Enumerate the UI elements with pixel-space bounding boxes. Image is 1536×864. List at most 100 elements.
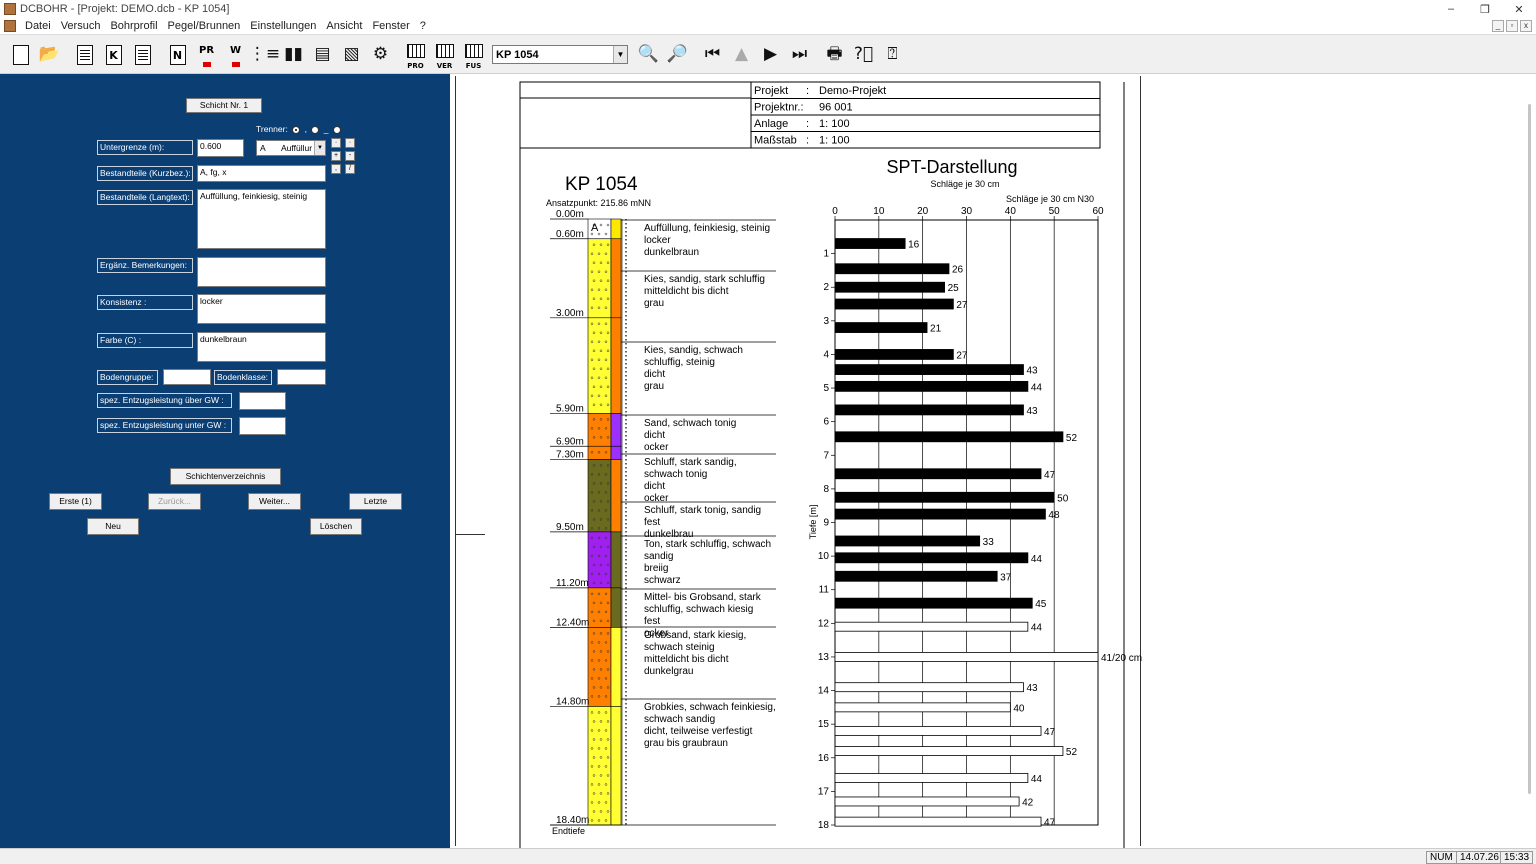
bodenart-select[interactable]: A Auffüllur ▼ [256, 140, 326, 156]
table-doc-button[interactable] [70, 40, 99, 70]
neu-button[interactable]: Neu [87, 518, 139, 535]
farbe-input[interactable]: dunkelbraun [197, 332, 326, 362]
maximize-button[interactable]: ❐ [1468, 0, 1502, 18]
settings-button[interactable]: ⚙ [366, 40, 395, 70]
header-value: 1: 100 [819, 118, 850, 130]
search-button[interactable]: 🔍 [634, 40, 663, 70]
menu-fenster[interactable]: Fenster [367, 20, 414, 32]
layer-desc-line: Ton, stark schluffig, schwach [644, 539, 771, 550]
letzte-button[interactable]: Letzte [349, 493, 402, 510]
mdi-close-button[interactable]: x [1520, 20, 1532, 32]
bodengruppe-input[interactable] [163, 369, 211, 385]
entzug-unter-input[interactable] [239, 417, 286, 435]
spt-chart: 0 10 20 30 40 50 60123456789101112131415161718… [818, 206, 1142, 831]
trenner-radio-comma[interactable] [311, 125, 320, 134]
mini-btn-dot2[interactable]: · [345, 138, 355, 148]
menu-einstellungen[interactable]: Einstellungen [245, 20, 321, 32]
chevron-down-icon[interactable]: ▼ [613, 46, 627, 63]
untergrenze-input[interactable]: 0.600 [197, 139, 244, 157]
mdi-restore-button[interactable]: ▫ [1506, 20, 1518, 32]
layer-desc-line: grau [644, 381, 664, 392]
grid-doc-button[interactable] [128, 40, 157, 70]
weiter-button[interactable]: Weiter... [248, 493, 301, 510]
w-icon: W [229, 45, 242, 56]
spt-bar-label: 27 [956, 350, 968, 361]
profile-column-button[interactable]: ▮▮ [279, 40, 308, 70]
konsistenz-input[interactable]: locker [197, 294, 326, 324]
kurzbez-input[interactable]: A, fg, x [197, 165, 326, 182]
help-button[interactable]: ?⃝ [849, 40, 878, 70]
y-tick-label: 7 [823, 450, 829, 461]
layer-desc-line: schwach tonig [644, 469, 707, 480]
search-value-icon: 🔎 [666, 44, 689, 64]
hatch-icon: ▧ [343, 44, 360, 64]
spt-bar [834, 816, 1042, 827]
layer-block [587, 587, 612, 628]
chevron-down-icon[interactable]: ▼ [314, 141, 325, 155]
spt-bar-label: 43 [1026, 366, 1038, 377]
w-button[interactable]: W [221, 40, 250, 70]
ver-button[interactable]: VER [430, 40, 459, 70]
document-icon[interactable] [4, 20, 16, 32]
depth-scale-button[interactable]: ⋮≡ [249, 40, 280, 70]
borehole-select[interactable]: KP 1054 ▼ [492, 45, 628, 64]
mini-btn-plus[interactable]: + [331, 151, 341, 161]
menu-versuch[interactable]: Versuch [56, 20, 106, 32]
mdi-minimize-button[interactable]: _ [1492, 20, 1504, 32]
help-icon: ?⃝ [853, 44, 874, 64]
search-value-button[interactable]: 🔎 [663, 40, 692, 70]
list-button[interactable]: ▤ [308, 40, 337, 70]
trenner-radio-none[interactable] [292, 125, 301, 134]
mini-btn-slash[interactable]: / [345, 164, 355, 174]
profile-column-icon: ▮▮ [284, 44, 303, 64]
n-doc-icon: N [169, 44, 186, 65]
menu-bohrprofil[interactable]: Bohrprofil [105, 20, 162, 32]
mini-btn-comma[interactable]: , [331, 164, 341, 174]
loeschen-button[interactable]: Löschen [310, 518, 362, 535]
k-doc-button[interactable]: K [99, 40, 128, 70]
pro-grid-icon [406, 43, 425, 58]
gear-icon: ⚙ [372, 44, 389, 64]
schichtenverzeichnis-button[interactable]: Schichtenverzeichnis [170, 468, 281, 485]
search-icon: 🔍 [637, 44, 660, 64]
langtext-input[interactable]: Auffüllung, feinkiesig, steinig [197, 189, 326, 249]
n-doc-button[interactable]: N [163, 40, 192, 70]
next-record-button[interactable]: ▶ [756, 40, 785, 70]
menu-ansicht[interactable]: Ansicht [321, 20, 367, 32]
menu-pegel-brunnen[interactable]: Pegel/Brunnen [163, 20, 246, 32]
mini-btn-dot1[interactable]: · [331, 138, 341, 148]
fus-button[interactable]: FUS [459, 40, 488, 70]
minimize-button[interactable]: – [1434, 0, 1468, 18]
first-record-button[interactable]: ⏮ [698, 40, 727, 70]
prev-record-button[interactable]: ▲ [727, 40, 756, 70]
last-record-button[interactable]: ⏭ [785, 40, 814, 70]
erste-button[interactable]: Erste (1) [49, 493, 102, 510]
layer-stripe [610, 459, 622, 533]
pro-button[interactable]: PRO [401, 40, 430, 70]
open-file-button[interactable]: 📂 [35, 40, 64, 70]
context-help-button[interactable]: ⍰ [878, 40, 907, 70]
spt-bar-label: 52 [1066, 747, 1078, 758]
entzug-ueber-input[interactable] [239, 392, 286, 410]
spt-bar [834, 652, 1099, 662]
bemerkungen-input[interactable] [197, 257, 326, 287]
spt-bar [834, 796, 1020, 807]
x-tick-label: 50 [1049, 206, 1061, 217]
close-button[interactable]: ✕ [1502, 0, 1536, 18]
zurueck-button[interactable]: Zurück... [148, 493, 201, 510]
depth-label: 14.80m [556, 696, 589, 707]
menu-datei[interactable]: Datei [20, 20, 56, 32]
print-button[interactable]: 🖶 [820, 40, 849, 70]
hatch-button[interactable]: ▧ [337, 40, 366, 70]
chart-xlabel: Schläge je 30 cm N30 [1006, 194, 1094, 204]
pr-button[interactable]: PR [192, 40, 221, 70]
bodenklasse-input[interactable] [277, 369, 326, 385]
trenner-radio-underscore[interactable] [332, 125, 341, 134]
spt-bar-label: 44 [1031, 774, 1043, 785]
mini-btn-minus[interactable]: - [345, 151, 355, 161]
menu-help[interactable]: ? [415, 20, 431, 32]
layer-desc-line: mitteldicht bis dicht [644, 286, 729, 297]
schicht-nr-button[interactable]: Schicht Nr. 1 [186, 98, 262, 113]
new-file-button[interactable] [6, 40, 35, 70]
borehole-select-value: KP 1054 [496, 48, 539, 61]
